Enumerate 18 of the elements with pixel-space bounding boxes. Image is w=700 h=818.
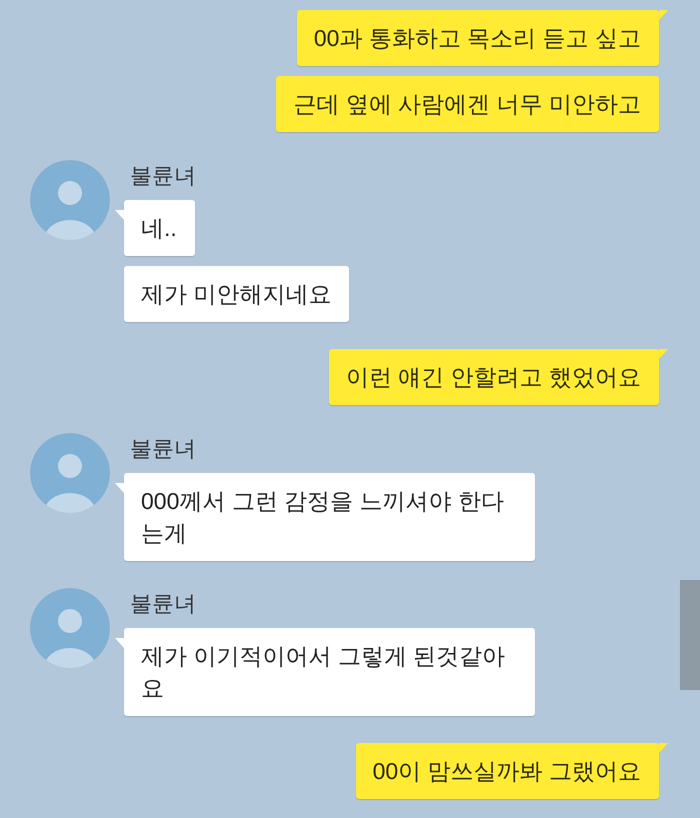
received-message: 네.. <box>124 200 195 256</box>
sent-message: 근데 옆에 사람에겐 너무 미안하고 <box>276 76 659 132</box>
scrollbar-thumb[interactable] <box>680 580 700 690</box>
avatar-icon[interactable] <box>30 588 110 668</box>
bubble-tail <box>659 10 668 20</box>
received-message: 제가 이기적이어서 그렇게 된것같아요 <box>124 628 535 716</box>
bubble-tail <box>659 349 668 359</box>
sent-message: 이런 얘긴 안할려고 했었어요 <box>328 349 659 405</box>
sender-name: 불륜녀 <box>129 162 196 190</box>
received-message: 제가 미안해지네요 <box>124 266 350 322</box>
avatar-icon[interactable] <box>30 160 110 240</box>
sent-message: 00이 맘쓰실까봐 그랬어요 <box>356 743 659 799</box>
sent-message: 00과 통화하고 목소리 듣고 싶고 <box>296 10 659 66</box>
bubble-tail <box>659 743 668 753</box>
sender-name: 불륜녀 <box>129 590 196 618</box>
avatar-icon[interactable] <box>30 433 110 513</box>
sender-name: 불륜녀 <box>129 435 196 463</box>
received-message: 000께서 그런 감정을 느끼셔야 한다는게 <box>124 473 535 561</box>
